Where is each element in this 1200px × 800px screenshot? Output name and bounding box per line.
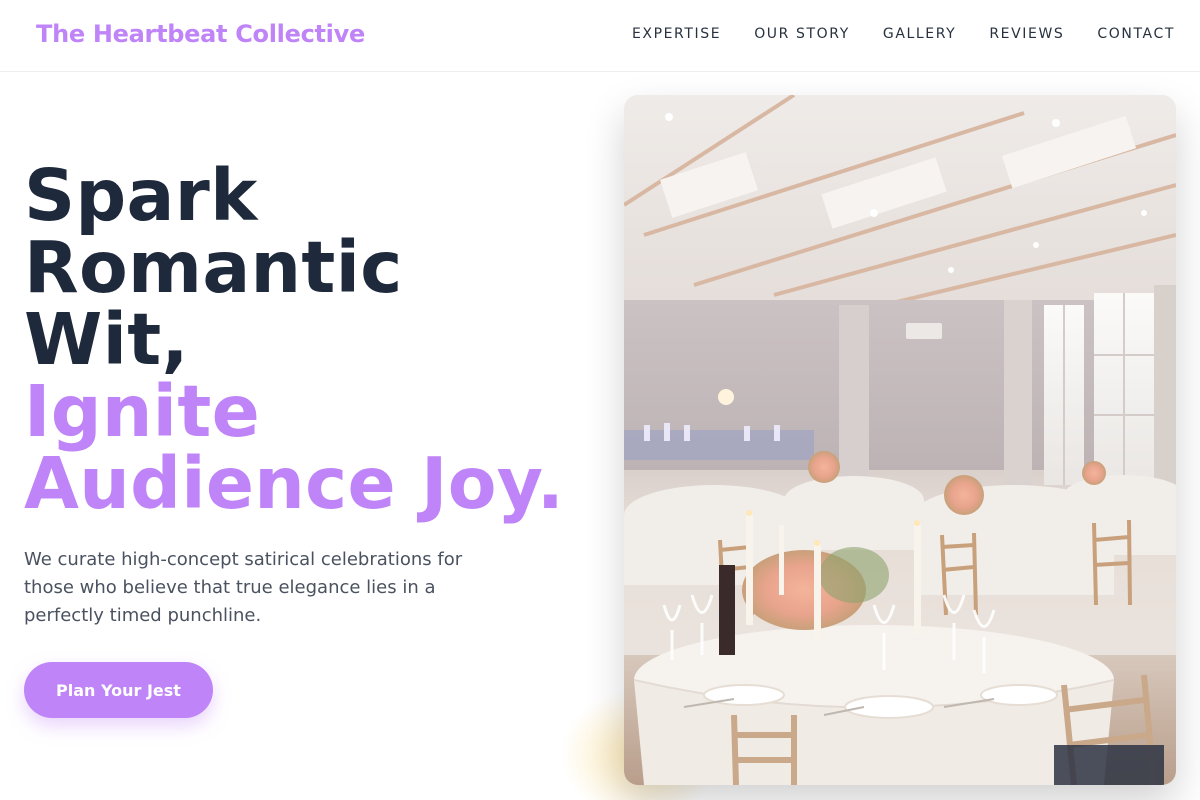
- banquet-hall-photo: [624, 95, 1176, 785]
- hero-heading-accent-line: Ignite: [24, 370, 261, 453]
- brand-logo[interactable]: The Heartbeat Collective: [36, 20, 365, 48]
- hero-heading-accent-line: Audience Joy.: [24, 442, 565, 525]
- nav-link-reviews[interactable]: REVIEWS: [989, 26, 1064, 42]
- banquet-hall-illustration: [624, 95, 1176, 785]
- nav-link-our-story[interactable]: OUR STORY: [754, 26, 850, 42]
- nav-link-gallery[interactable]: GALLERY: [883, 26, 956, 42]
- plan-your-jest-button[interactable]: Plan Your Jest: [24, 662, 213, 718]
- nav-link-expertise[interactable]: EXPERTISE: [632, 26, 721, 42]
- hero-heading: Spark Romantic Wit, Ignite Audience Joy.: [24, 160, 604, 520]
- hero-heading-line: Wit,: [24, 298, 189, 381]
- hero-subtitle: We curate high-concept satirical celebra…: [24, 549, 463, 626]
- nav-link-contact[interactable]: CONTACT: [1097, 26, 1175, 42]
- hero-heading-line: Romantic: [24, 226, 403, 309]
- site-header: The Heartbeat Collective EXPERTISE OUR S…: [0, 0, 1200, 72]
- hero-heading-line: Spark: [24, 154, 258, 237]
- main-nav: EXPERTISE OUR STORY GALLERY REVIEWS CONT…: [632, 26, 1175, 42]
